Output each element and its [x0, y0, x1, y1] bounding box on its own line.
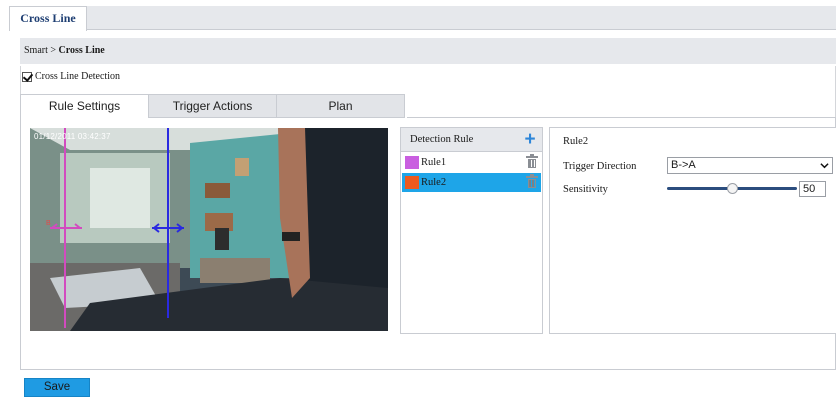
camera-preview[interactable]: B 01/12/2011 03:42:37 [30, 128, 388, 331]
tab-trigger-actions[interactable]: Trigger Actions [148, 94, 277, 118]
breadcrumb-separator: > [50, 45, 57, 56]
detection-rule-header: Detection Rule + [401, 128, 542, 152]
cross-line-detection-row[interactable]: Cross Line Detection [22, 71, 120, 82]
trigger-direction-select[interactable]: B->A [667, 157, 833, 174]
camera-timestamp: 01/12/2011 03:42:37 [34, 132, 111, 141]
chevron-down-icon [820, 163, 829, 169]
trigger-direction-value: B->A [671, 159, 696, 171]
rule-config-panel: Rule2 Trigger Direction B->A Sensitivity… [549, 127, 836, 334]
sensitivity-input[interactable]: 50 [799, 181, 826, 197]
breadcrumb: Smart > Cross Line [20, 38, 836, 64]
rule-item-rule2[interactable]: Rule2 [402, 173, 541, 192]
breadcrumb-current: Cross Line [58, 45, 105, 56]
tab-plan[interactable]: Plan [276, 94, 405, 118]
rule-item-label: Rule2 [421, 177, 447, 188]
plus-icon[interactable]: + [523, 130, 537, 149]
rule-color-swatch [405, 156, 419, 169]
sensitivity-slider-thumb[interactable] [727, 183, 738, 194]
camera-scene: B [30, 128, 388, 331]
breadcrumb-root[interactable]: Smart [24, 45, 48, 56]
save-button[interactable]: Save [24, 378, 90, 397]
rule-item-rule1[interactable]: Rule1 [402, 153, 541, 172]
tab-cross-line[interactable]: Cross Line [9, 6, 87, 31]
rule-config-title: Rule2 [563, 136, 589, 147]
cross-line-detection-checkbox[interactable] [22, 71, 32, 82]
sensitivity-label: Sensitivity [563, 184, 608, 195]
rule-item-label: Rule1 [421, 157, 447, 168]
cross-line-detection-label: Cross Line Detection [35, 71, 120, 82]
svg-text:B: B [46, 220, 51, 227]
top-tab-strip: Cross Line [9, 6, 836, 31]
trash-icon[interactable] [526, 174, 538, 188]
detection-rule-panel: Detection Rule + Rule1 Rule2 [400, 127, 543, 334]
rule-color-swatch [405, 176, 419, 189]
trigger-direction-label: Trigger Direction [563, 161, 637, 172]
trash-icon[interactable] [526, 154, 538, 168]
detection-rule-title: Detection Rule [410, 134, 474, 145]
tab-rule-settings[interactable]: Rule Settings [20, 94, 149, 118]
settings-tabs: Rule Settings Trigger Actions Plan [20, 94, 405, 118]
